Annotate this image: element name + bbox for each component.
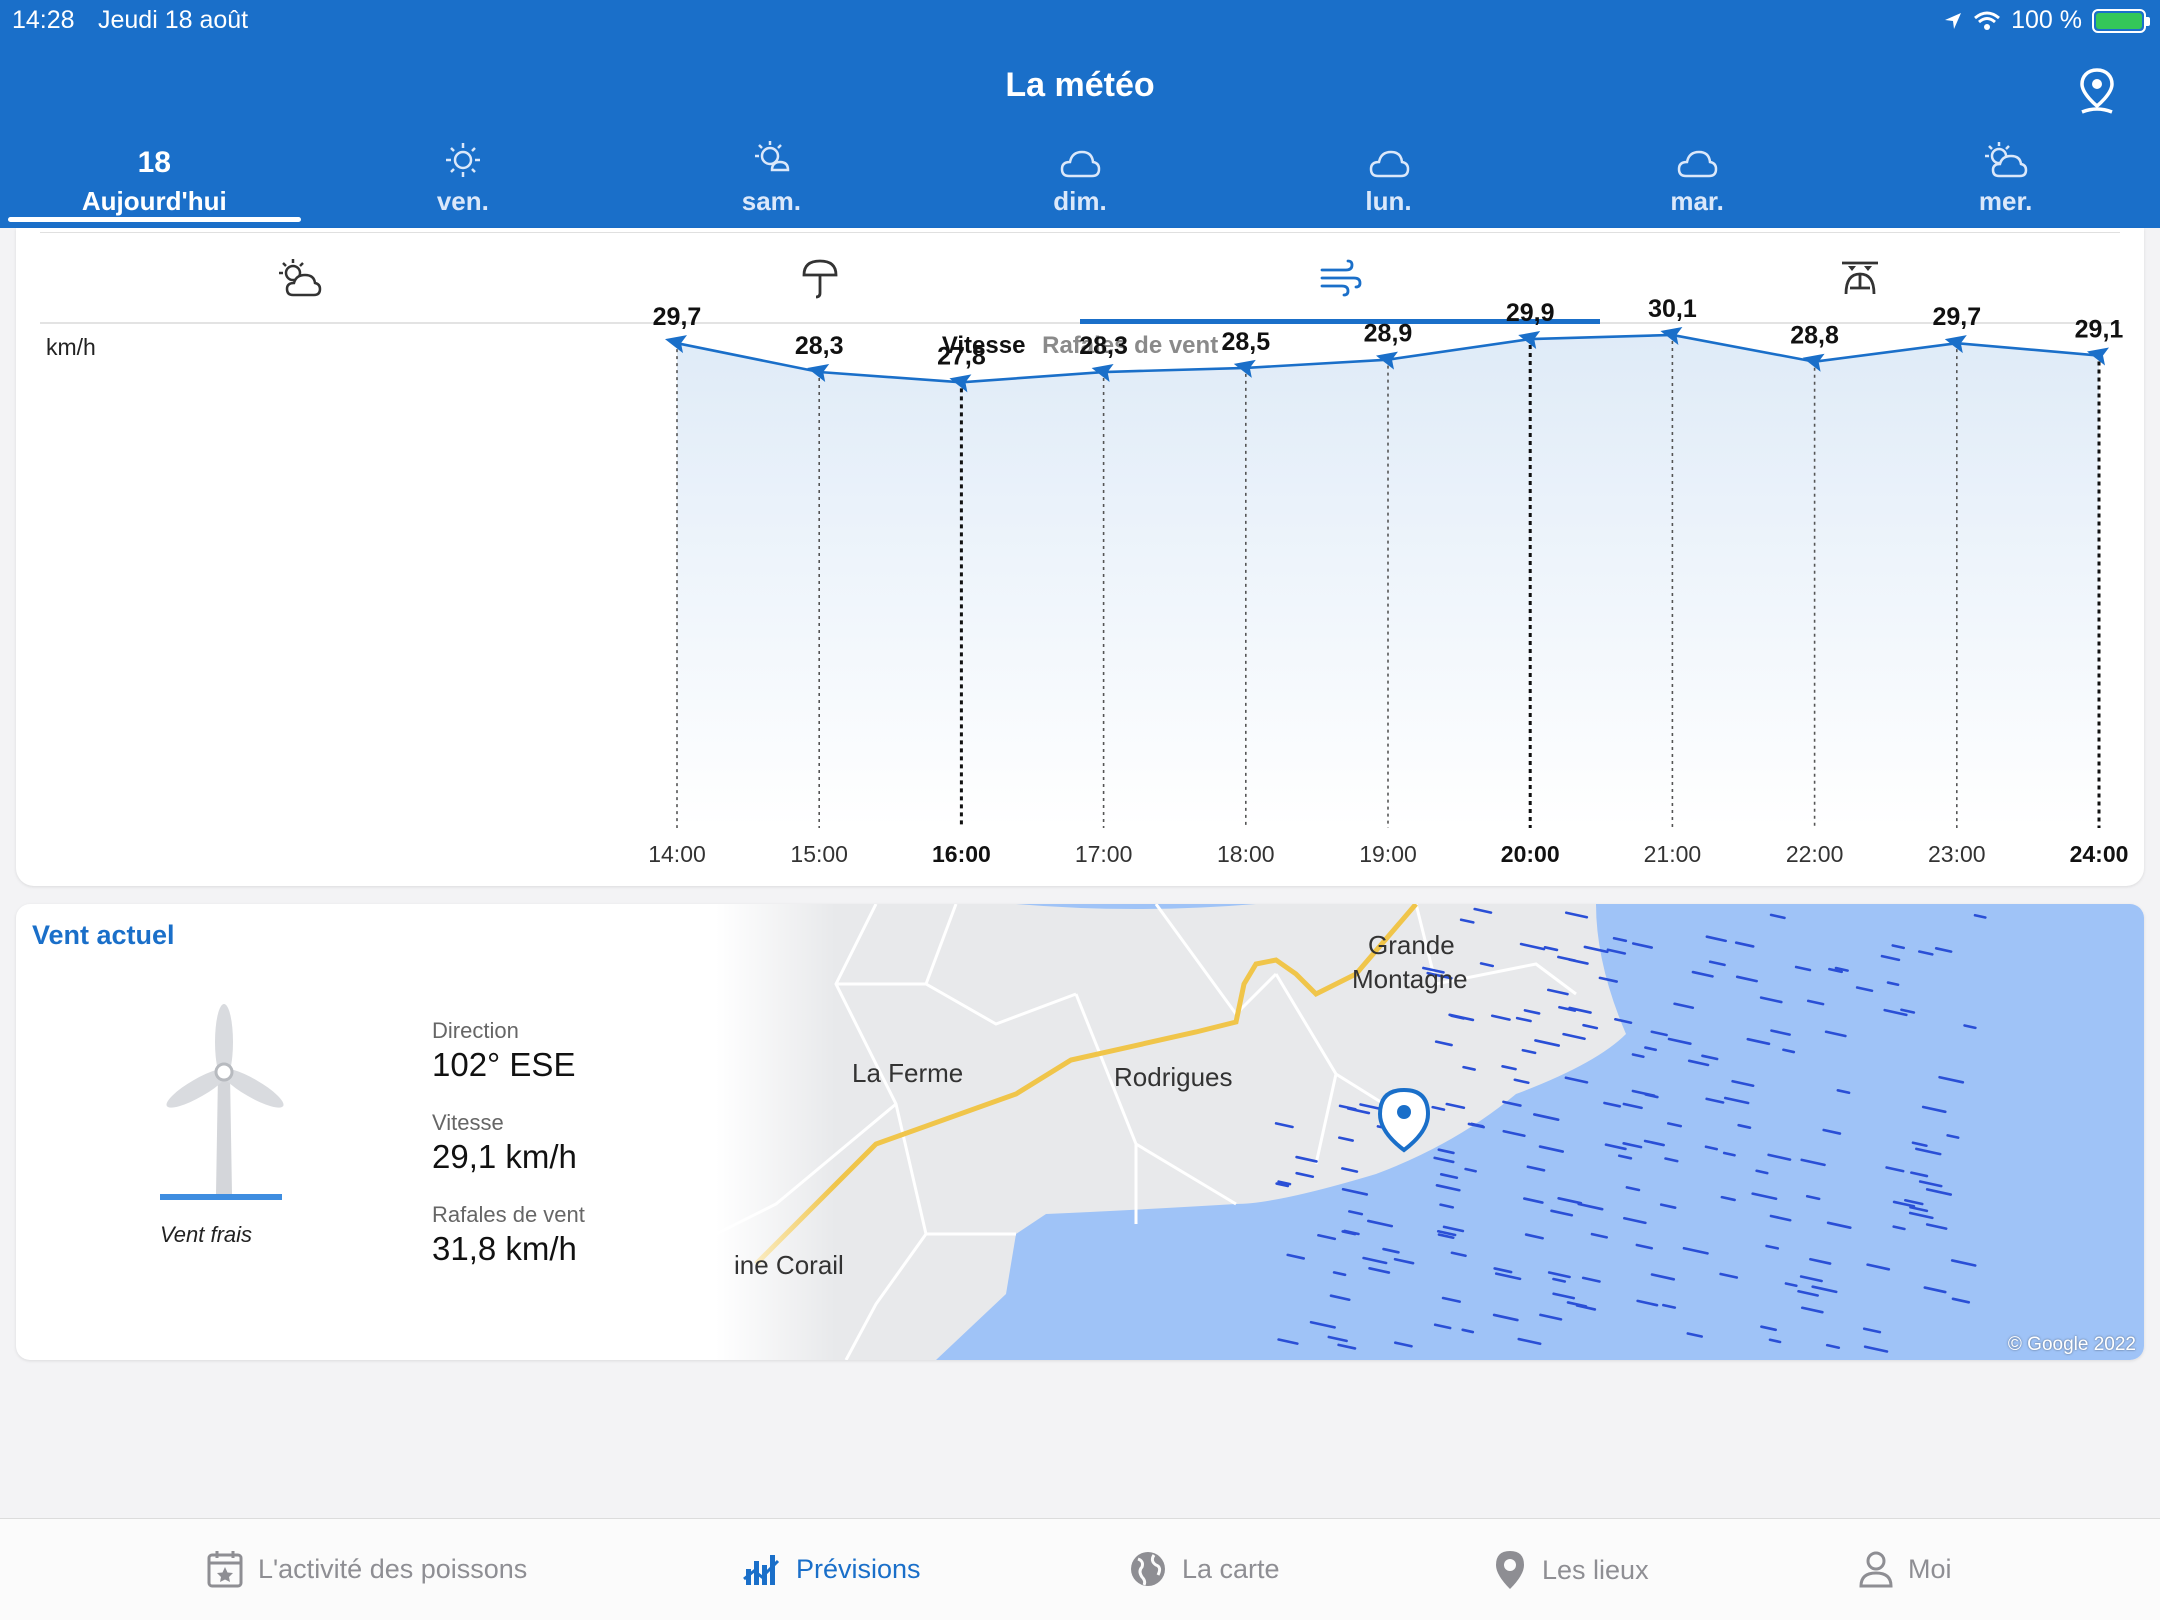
chart-x-tick-label: 20:00 [1501,841,1560,867]
status-time: 14:28 [12,6,75,34]
chart-x-tick-label: 14:00 [648,841,706,867]
gust-value: 31,8 km/h [432,1230,577,1267]
chart-value-label: 28,5 [1221,328,1270,356]
page-title: La météo [1005,66,1155,104]
gust-label: Rafales de vent [432,1202,585,1227]
chart-x-tick-label: 17:00 [1075,841,1133,867]
day-tab-label: Aujourd'hui [81,186,227,216]
globe-icon [1131,1552,1165,1586]
chart-x-tick-label: 18:00 [1217,841,1275,867]
day-tab-today[interactable]: 18 Aujourd'hui [0,138,309,228]
day-tabs: 18 Aujourd'hui ven. sam. dim. lun. mar. … [0,138,2160,228]
chart-x-tick-label: 22:00 [1786,841,1844,867]
battery-icon [2092,8,2150,33]
direction-label: Direction [432,1018,519,1043]
chart-value-label: 27,8 [937,342,986,370]
status-date: Jeudi 18 août [98,6,249,34]
map-copyright: © Google 2022 [2007,1334,2136,1355]
chart-value-label: 29,1 [2075,316,2124,344]
day-tab-mer[interactable]: mer. [1851,138,2160,228]
speed-stat: Vitesse 29,1 km/h [432,1110,577,1176]
nav-fish-activity[interactable]: L'activité des poissons [206,1549,527,1589]
day-tab-label: dim. [1053,186,1107,216]
direction-value: 102° ESE [432,1046,576,1083]
map-label-grande: Grande [1368,930,1455,960]
day-tab-label: lun. [1365,186,1412,216]
location-settings-icon[interactable] [2074,66,2120,116]
status-indicators: 100 % [1943,6,2150,35]
sun-behind-cloud-icon [1984,142,2027,178]
chart-x-tick-label: 15:00 [790,841,848,867]
wind-map[interactable]: Grande Montagne La Ferme Rodrigues ine C… [715,904,2144,1360]
nav-label: Moi [1908,1553,1952,1584]
nav-label: La carte [1182,1553,1280,1584]
sun-icon [445,143,480,177]
nav-label: Prévisions [796,1553,921,1584]
cloud-icon [1677,150,1718,178]
wind-speed-chart: 29,7 28,3 27,8 28,3 28,5 28,9 29,9 30,1 28,8 29,7… [648,295,2129,867]
map-label-corail: ine Corail [734,1250,844,1280]
chart-value-label: 30,1 [1648,295,1697,323]
battery-percent: 100 % [2011,6,2082,34]
chart-value-label: 29,9 [1506,299,1555,327]
chart-x-tick-label: 21:00 [1644,841,1702,867]
day-tab-label: mer. [1978,186,2033,216]
chart-value-label: 29,7 [653,303,702,331]
chart-x-tick-label: 19:00 [1359,841,1417,867]
forecast-chart-card: km/h Vitesse Rafales de vent 29,7 28,3 27,… [16,228,2144,886]
day-tab-ven[interactable]: ven. [309,138,618,228]
map-label-la-ferme: La Ferme [852,1058,964,1088]
location-pin-icon [1496,1551,1524,1589]
gust-stat: Rafales de vent 31,8 km/h [432,1202,585,1268]
cloud-icon [1060,150,1101,178]
app-header: 14:28 Jeudi 18 août 100 % La météo 18 Au… [0,0,2160,228]
day-tab-label: ven. [436,186,489,216]
chart-x-tick-label: 24:00 [2070,841,2129,867]
calendar-star-icon [207,1551,243,1588]
wind-classification: Vent frais [159,1222,253,1247]
chart-value-label: 28,3 [1079,332,1128,360]
wifi-icon [1974,11,2001,30]
nav-label: L'activité des poissons [258,1553,528,1584]
nav-forecast[interactable]: Prévisions [742,1549,921,1589]
current-wind-card: Vent actuel Vent frais Direction 102° ES… [16,904,2144,1360]
speed-label: Vitesse [432,1110,504,1135]
direction-stat: Direction 102° ESE [432,1018,575,1084]
wind-turbine-icon [160,1004,284,1200]
day-tab-mar[interactable]: mar. [1543,138,1852,228]
day-tab-label: mar. [1670,186,1724,216]
cloud-icon [1369,150,1409,178]
day-tab-label: sam. [741,186,802,216]
day-tab-sam[interactable]: sam. [617,138,926,228]
chart-value-label: 28,8 [1790,322,1839,350]
person-icon [1859,1551,1893,1588]
bottom-navigation: L'activité des poissons Prévisions La ca… [0,1518,2160,1620]
sun-cloud-icon [755,141,790,172]
day-tab-dim[interactable]: dim. [926,138,1235,228]
map-label-montagne: Montagne [1352,964,1468,994]
nav-places[interactable]: Les lieux [1492,1549,1649,1591]
chart-x-tick-label: 16:00 [932,841,991,867]
chart-value-label: 28,3 [795,332,844,360]
nav-profile[interactable]: Moi [1858,1549,1952,1589]
current-wind-title: Vent actuel [32,920,175,950]
chart-x-tick-label: 23:00 [1928,841,1986,867]
chart-value-label: 29,7 [1932,303,1981,331]
nav-label: Les lieux [1542,1554,1649,1585]
nav-map[interactable]: La carte [1128,1549,1280,1589]
chart-value-label: 28,9 [1364,320,1413,348]
location-arrow-icon [1945,12,1962,29]
map-label-rodrigues: Rodrigues [1114,1062,1233,1092]
forecast-chart-icon [743,1555,780,1585]
speed-value: 29,1 km/h [432,1138,577,1175]
day-date: 18 [137,146,171,179]
day-tab-lun[interactable]: lun. [1234,138,1543,228]
